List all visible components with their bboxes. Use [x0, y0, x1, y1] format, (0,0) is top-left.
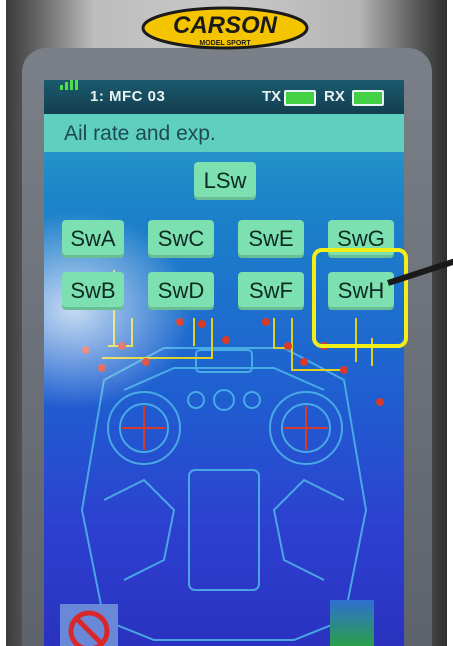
switch-button-swb[interactable]: SwB	[62, 272, 124, 310]
switch-button-swd[interactable]: SwD	[148, 272, 214, 310]
next-icon[interactable]	[330, 600, 374, 646]
svg-text:MODEL SPORT: MODEL SPORT	[199, 40, 251, 47]
switch-button-swa[interactable]: SwA	[62, 220, 124, 258]
lcd-screen: 1: MFC 03 TX RX Ail rate and exp. LSw Sw…	[44, 80, 404, 646]
switch-button-lsw[interactable]: LSw	[194, 162, 256, 200]
swh-highlight-box	[312, 248, 408, 348]
carson-logo: CARSON MODEL SPORT	[141, 6, 309, 50]
switch-button-swe[interactable]: SwE	[238, 220, 304, 258]
svg-text:CARSON: CARSON	[173, 12, 278, 39]
switch-button-swf[interactable]: SwF	[238, 272, 304, 310]
switch-button-swc[interactable]: SwC	[148, 220, 214, 258]
cancel-icon[interactable]	[60, 604, 118, 646]
